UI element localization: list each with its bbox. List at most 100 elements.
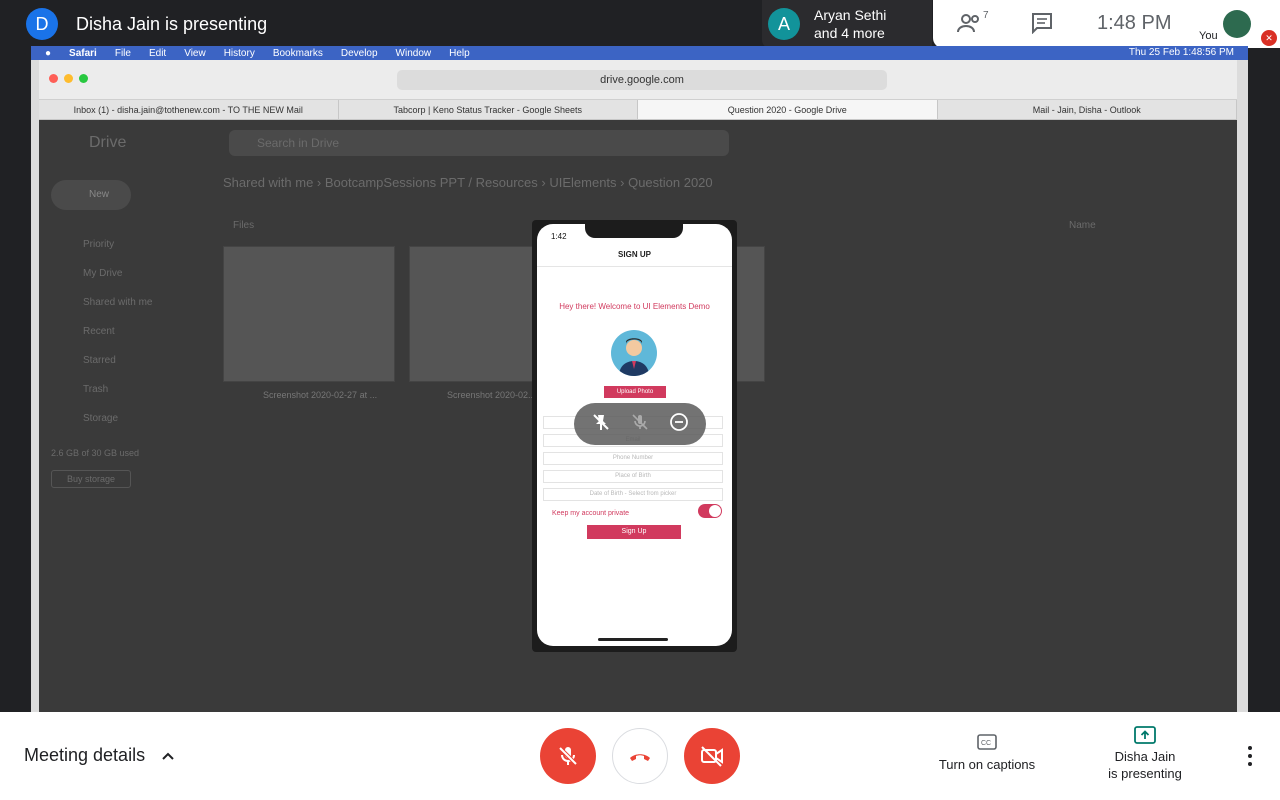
microphone-toggle-button[interactable] xyxy=(540,728,596,784)
people-button[interactable]: 7 xyxy=(957,10,989,39)
you-label: You xyxy=(1199,30,1218,42)
drive-logo: Drive xyxy=(89,134,127,151)
more-options-button[interactable] xyxy=(1240,742,1260,770)
presenter-info: D Disha Jain is presenting xyxy=(0,0,267,48)
file-thumbnail xyxy=(223,246,395,382)
sidebar-item-priority: Priority xyxy=(83,239,115,250)
buy-storage-button: Buy storage xyxy=(51,470,131,488)
clock: 1:48 PM xyxy=(1097,12,1172,34)
safari-toolbar: drive.google.com xyxy=(39,60,1237,100)
sidebar-item-my-drive: My Drive xyxy=(83,268,123,279)
unpin-button[interactable] xyxy=(591,412,611,437)
mac-datetime: Thu 25 Feb 1:48:56 PM xyxy=(1128,47,1234,58)
phone-title: SIGN UP xyxy=(618,250,651,259)
mac-menu-bar: ● Safari File Edit View History Bookmark… xyxy=(31,46,1248,60)
menu-edit: Edit xyxy=(148,47,167,59)
menu-window: Window xyxy=(395,47,432,59)
remove-participant-button[interactable] xyxy=(669,412,689,437)
file-name: Screenshot 2020-02... xyxy=(447,390,536,400)
presenter-label: Disha Jain is presenting xyxy=(76,13,268,34)
presentation-button[interactable]: Disha Jain is presenting xyxy=(1090,726,1200,782)
zoom-dot-icon xyxy=(79,74,88,83)
mute-participant-button[interactable] xyxy=(630,412,650,437)
drive-search: Search in Drive xyxy=(229,130,729,156)
date-of-birth-field: Date of Birth - Select from picker xyxy=(543,488,723,501)
menu-history: History xyxy=(223,47,255,59)
mic-off-icon xyxy=(632,413,648,430)
file-name: Screenshot 2020-02-27 at ... xyxy=(263,390,378,400)
drive-sidebar: Priority My Drive Shared with me Recent … xyxy=(53,230,152,433)
menu-help: Help xyxy=(449,47,470,59)
bottom-control-bar: Meeting details CC Turn on captions Dish… xyxy=(0,712,1280,800)
chevron-up-icon[interactable] xyxy=(160,748,176,764)
captions-label: Turn on captions xyxy=(938,757,1036,772)
place-of-birth-field: Place of Birth xyxy=(543,470,723,483)
storage-usage: 2.6 GB of 30 GB used xyxy=(51,448,140,458)
mic-off-icon xyxy=(558,746,578,766)
more-vert-icon xyxy=(1248,746,1252,766)
sidebar-item-recent: Recent xyxy=(83,326,115,337)
camera-off-icon xyxy=(701,746,723,767)
close-dot-icon xyxy=(49,74,58,83)
phone-number-field: Phone Number xyxy=(543,452,723,465)
phone-status-time: 1:42 xyxy=(551,232,567,241)
safari-tabs: Inbox (1) - disha.jain@tothenew.com - TO… xyxy=(39,100,1237,120)
participant-tile[interactable]: A Aryan Sethi and 4 more xyxy=(762,0,932,48)
menu-file: File xyxy=(114,47,131,59)
files-heading: Files xyxy=(233,220,255,231)
meet-window: D Disha Jain is presenting A Aryan Sethi… xyxy=(0,0,1280,800)
phone-notch xyxy=(585,224,683,238)
presenter-avatar: D xyxy=(26,8,58,40)
participant-names: Aryan Sethi and 4 more xyxy=(814,6,886,42)
tab-outlook: Mail - Jain, Disha - Outlook xyxy=(938,100,1237,119)
self-avatar[interactable] xyxy=(1223,10,1251,38)
leave-call-button[interactable] xyxy=(612,728,668,784)
tab-drive: Question 2020 - Google Drive xyxy=(638,100,938,119)
sidebar-item-storage: Storage xyxy=(83,413,119,424)
menu-view: View xyxy=(184,47,206,59)
sidebar-item-shared: Shared with me xyxy=(83,297,153,308)
menu-bookmarks: Bookmarks xyxy=(272,47,323,59)
chat-icon xyxy=(1032,13,1052,35)
private-account-label: Keep my account private xyxy=(552,510,630,517)
participant-more: and 4 more xyxy=(814,25,885,41)
phone-welcome-text: Hey there! Welcome to UI Elements Demo xyxy=(559,302,710,311)
drive-new-button: New xyxy=(51,180,131,210)
svg-text:CC: CC xyxy=(981,740,991,747)
closed-captions-icon: CC xyxy=(977,734,997,750)
sidebar-item-trash: Trash xyxy=(83,384,109,395)
people-icon xyxy=(957,14,979,33)
profile-avatar-icon xyxy=(611,330,657,376)
participant-name: Aryan Sethi xyxy=(814,7,887,23)
minimize-dot-icon xyxy=(64,74,73,83)
people-count: 7 xyxy=(983,10,989,21)
drive-breadcrumb: Shared with me › BootcampSessions PPT / … xyxy=(223,175,713,190)
present-screen-icon xyxy=(1134,726,1156,744)
tab-mail: Inbox (1) - disha.jain@tothenew.com - TO… xyxy=(39,100,339,119)
tile-overlay-controls xyxy=(574,403,706,445)
meeting-details-button[interactable]: Meeting details xyxy=(24,745,145,766)
upload-photo-button: Upload Photo xyxy=(604,386,666,398)
address-bar: drive.google.com xyxy=(397,70,887,90)
captions-button[interactable]: CC Turn on captions xyxy=(930,734,1044,772)
remove-circle-icon xyxy=(669,412,688,431)
menu-develop: Develop xyxy=(340,47,378,59)
top-right-panel: 7 1:48 PM You ✕ xyxy=(933,0,1280,48)
hang-up-icon xyxy=(630,754,650,761)
chat-button[interactable] xyxy=(1031,12,1053,40)
phone-divider xyxy=(537,266,732,267)
toggle-knob xyxy=(709,505,721,517)
camera-toggle-button[interactable] xyxy=(684,728,740,784)
sign-up-button: Sign Up xyxy=(587,525,681,539)
private-account-toggle xyxy=(698,504,722,518)
apple-icon: ● xyxy=(45,47,52,59)
presenting-line1: Disha Jain xyxy=(1114,749,1176,764)
sidebar-item-starred: Starred xyxy=(83,355,116,366)
home-indicator xyxy=(598,638,668,641)
pin-off-icon xyxy=(593,413,610,430)
mic-off-badge-icon: ✕ xyxy=(1261,30,1277,46)
participant-avatar: A xyxy=(768,8,800,40)
tab-sheets: Tabcorp | Keno Status Tracker - Google S… xyxy=(339,100,638,119)
presenting-line2: is presenting xyxy=(1108,766,1182,781)
name-sort-heading: Name xyxy=(1069,220,1096,231)
